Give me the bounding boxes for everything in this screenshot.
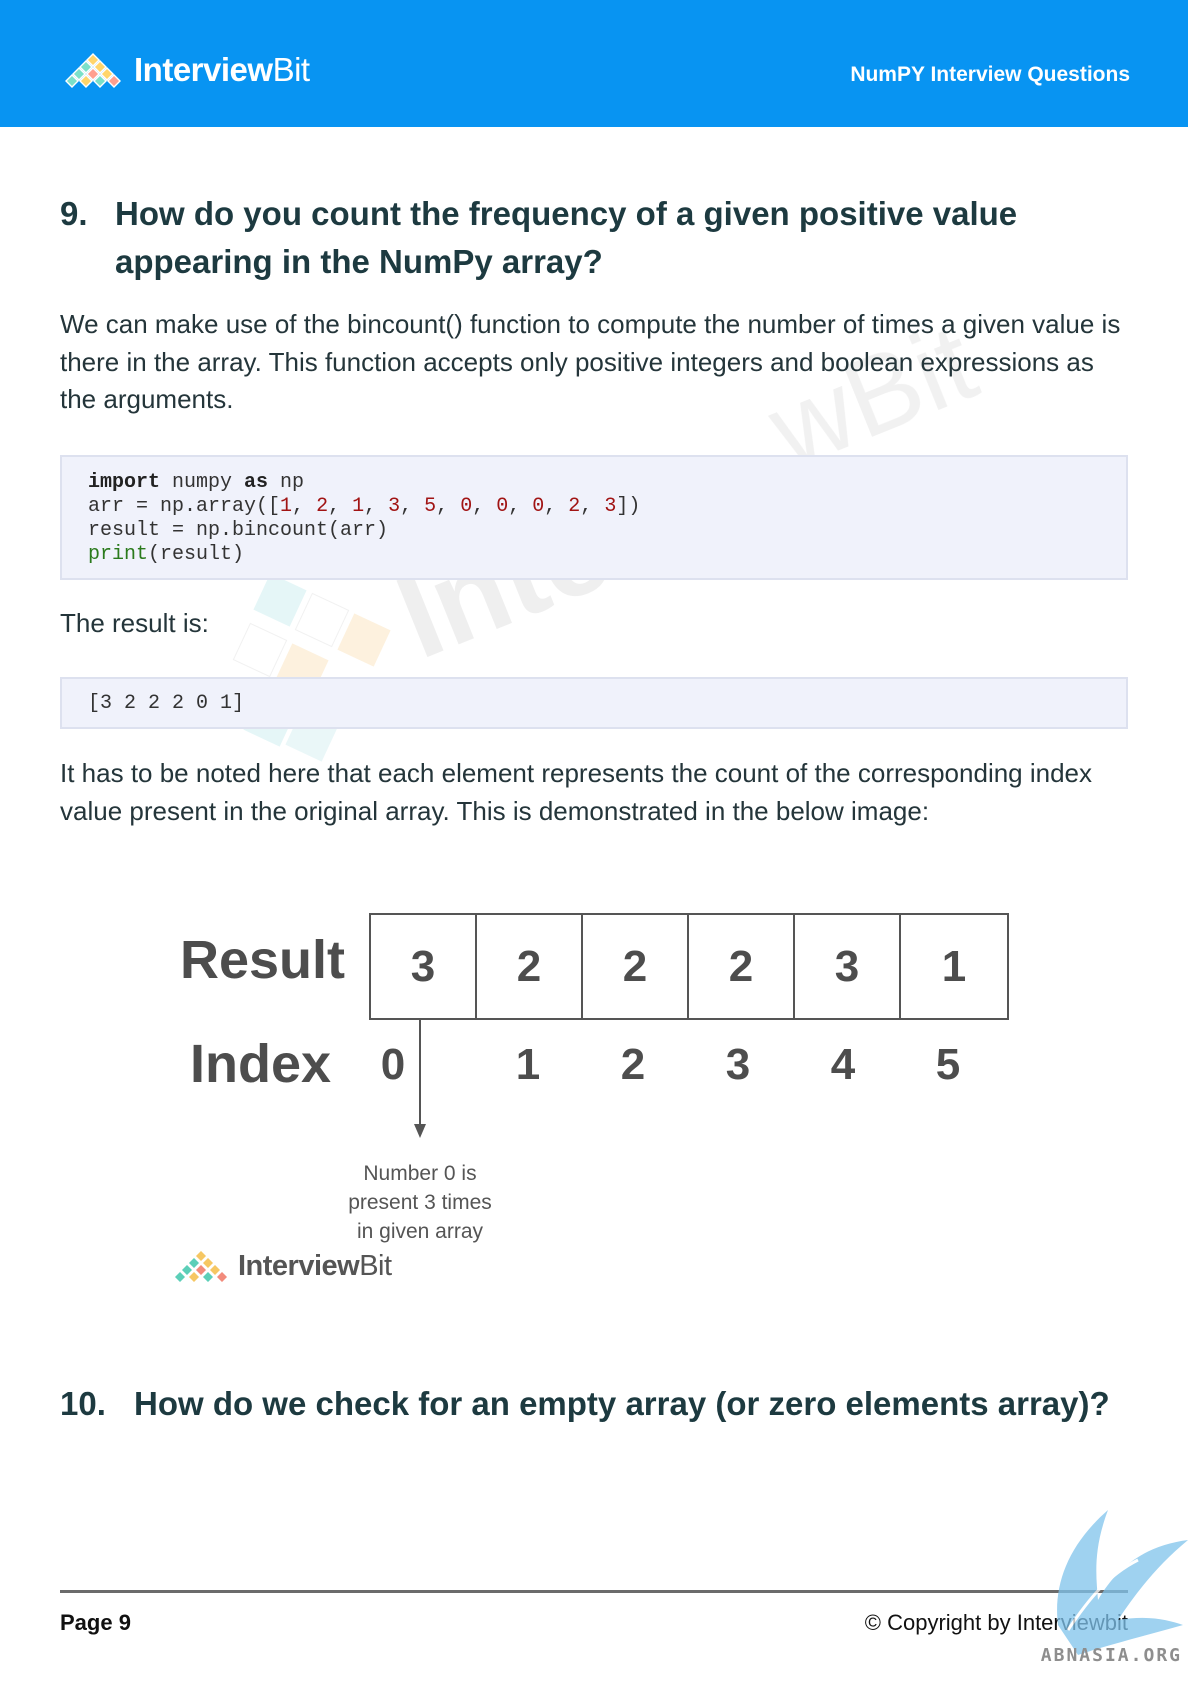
index-value: 0 [380, 1040, 406, 1089]
question-9-heading: 9. How do you count the frequency of a g… [60, 190, 1130, 286]
result-cell: 2 [583, 915, 689, 1018]
diamond-grid-icon [173, 1249, 229, 1284]
diagram-logo: InterviewBit [170, 1248, 392, 1284]
question-title: How do we check for an empty array (or z… [134, 1385, 1110, 1422]
index-value: 1 [515, 1040, 541, 1089]
index-row-label: Index [190, 1034, 332, 1094]
code-line-2: arr = np.array([1, 2, 1, 3, 5, 0, 0, 0, … [88, 495, 641, 518]
result-cell: 3 [795, 915, 901, 1018]
question-number: 10. [60, 1385, 106, 1422]
index-value: 2 [620, 1040, 646, 1089]
answer-paragraph-3: It has to be noted here that each elemen… [60, 758, 1093, 826]
result-cells: 3 2 2 2 3 1 [369, 913, 1009, 1020]
output-line: [3 2 2 2 0 1] [88, 692, 245, 715]
result-cell: 1 [941, 941, 967, 991]
result-row-label: Result [180, 930, 346, 990]
footer-divider [60, 1590, 1128, 1593]
logo-wordmark: InterviewBit [134, 51, 310, 88]
code-block: import numpy as np arr = np.array([1, 2,… [60, 455, 1128, 580]
corner-watermark-text: ABNASIA.ORG [1040, 1645, 1182, 1666]
logo-wordmark: InterviewBit [238, 1249, 392, 1282]
index-value: 4 [830, 1040, 856, 1089]
question-number: 9. [60, 195, 88, 232]
interviewbit-logo[interactable]: InterviewBit [62, 48, 310, 92]
code-line-4: print(result) [88, 543, 245, 566]
index-value: 3 [725, 1040, 751, 1089]
result-cell: 2 [477, 915, 583, 1018]
down-arrow-icon [414, 1018, 426, 1138]
index-value: 5 [935, 1040, 961, 1089]
page-header: InterviewBit NumPY Interview Questions [0, 0, 1188, 127]
result-cell: 2 [689, 915, 795, 1018]
question-title: How do you count the frequency of a give… [115, 195, 1018, 280]
document-title: NumPY Interview Questions [850, 63, 1130, 86]
code-line-1: import numpy as np [88, 471, 305, 494]
diamond-grid-icon [65, 53, 121, 88]
annotation-note: Number 0 is present 3 times in given arr… [348, 1162, 492, 1243]
bincount-diagram: Result 3 2 2 2 3 1 Index 0 1 2 3 4 5 Num… [0, 880, 1188, 1300]
answer-paragraph-1: We can make use of the bincount() functi… [60, 309, 1121, 414]
answer-paragraph-2: The result is: [60, 608, 209, 638]
question-10-heading: 10. How do we check for an empty array (… [60, 1380, 1130, 1428]
output-block: [3 2 2 2 0 1] [60, 677, 1128, 729]
code-line-3: result = np.bincount(arr) [88, 519, 389, 542]
result-cell: 3 [371, 915, 477, 1018]
page-number: Page 9 [60, 1610, 131, 1635]
